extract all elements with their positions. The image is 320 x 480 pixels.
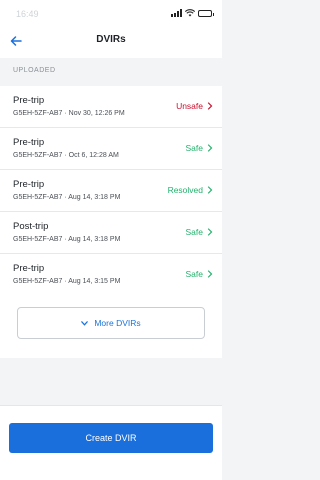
page-title: DVIRs — [96, 34, 126, 45]
dvir-status: Resolved — [167, 185, 203, 195]
status-icons — [171, 9, 214, 17]
more-dvirs-label: More DVIRs — [94, 318, 141, 328]
dvir-row[interactable]: Pre-trip G5EH-5ZF-AB7 · Aug 14, 3:15 PM Sa… — [0, 254, 222, 296]
dvir-row[interactable]: Post-trip G5EH-5ZF-AB7 · Aug 14, 3:18 PM S… — [0, 212, 222, 254]
create-dvir-button[interactable]: Create DVIR — [9, 423, 213, 453]
dvir-type: Pre-trip — [13, 263, 45, 274]
dvir-vehicle: G5EH-5ZF-AB7 — [13, 278, 63, 285]
section-header-uploaded: UPLOADED — [0, 58, 222, 86]
dvir-type: Pre-trip — [13, 179, 45, 190]
dvir-vehicle: G5EH-5ZF-AB7 — [13, 194, 63, 201]
more-dvirs-button[interactable]: More DVIRs — [17, 307, 205, 339]
dvir-list: Pre-trip G5EH-5ZF-AB7 · Nov 30, 12:26 PM U… — [0, 86, 222, 296]
dvir-status: Safe — [185, 143, 204, 153]
dvir-datetime: Aug 14, 3:18 PM — [68, 194, 121, 201]
dvir-datetime: Aug 14, 3:18 PM — [68, 236, 121, 243]
nav-bar: DVIRs — [0, 26, 222, 58]
wifi-icon — [185, 9, 195, 17]
dvir-meta: G5EH-5ZF-AB7 · Oct 6, 12:28 AM — [13, 152, 119, 159]
status-time: 16:49 — [16, 9, 39, 19]
signal-icon — [171, 9, 182, 17]
dvir-type: Pre-trip — [13, 95, 45, 106]
chevron-right-icon — [207, 186, 213, 194]
top-bar: 16:49 DVIRs — [0, 0, 222, 58]
chevron-right-icon — [207, 228, 213, 236]
status-bar: 16:49 — [0, 0, 222, 26]
dvir-status: Safe — [185, 269, 204, 279]
dvir-row[interactable]: Pre-trip G5EH-5ZF-AB7 · Nov 30, 12:26 PM U… — [0, 86, 222, 128]
dvir-type: Pre-trip — [13, 137, 45, 148]
dvir-status: Unsafe — [176, 101, 203, 111]
dvir-meta: G5EH-5ZF-AB7 · Aug 14, 3:18 PM — [13, 194, 120, 201]
dvir-row[interactable]: Pre-trip G5EH-5ZF-AB7 · Aug 14, 3:18 PM Re… — [0, 170, 222, 212]
dvir-vehicle: G5EH-5ZF-AB7 — [13, 152, 63, 159]
footer: Create DVIR — [0, 405, 222, 480]
dvir-row[interactable]: Pre-trip G5EH-5ZF-AB7 · Oct 6, 12:28 AM Sa… — [0, 128, 222, 170]
chevron-right-icon — [207, 102, 213, 110]
battery-icon — [198, 9, 214, 17]
dvir-datetime: Aug 14, 3:15 PM — [68, 278, 121, 285]
more-container: More DVIRs — [0, 296, 222, 358]
dvir-vehicle: G5EH-5ZF-AB7 — [13, 110, 63, 117]
chevron-right-icon — [207, 270, 213, 278]
dvir-datetime: Nov 30, 12:26 PM — [68, 110, 125, 117]
dvir-meta: G5EH-5ZF-AB7 · Nov 30, 12:26 PM — [13, 110, 125, 117]
chevron-down-icon — [81, 320, 89, 326]
dvir-meta: G5EH-5ZF-AB7 · Aug 14, 3:18 PM — [13, 236, 120, 243]
dvir-status: Safe — [185, 227, 204, 237]
dvir-datetime: Oct 6, 12:28 AM — [68, 152, 119, 159]
dvir-type: Post-trip — [13, 221, 49, 232]
dvir-vehicle: G5EH-5ZF-AB7 — [13, 236, 63, 243]
chevron-right-icon — [207, 144, 213, 152]
dvir-meta: G5EH-5ZF-AB7 · Aug 14, 3:15 PM — [13, 278, 120, 285]
